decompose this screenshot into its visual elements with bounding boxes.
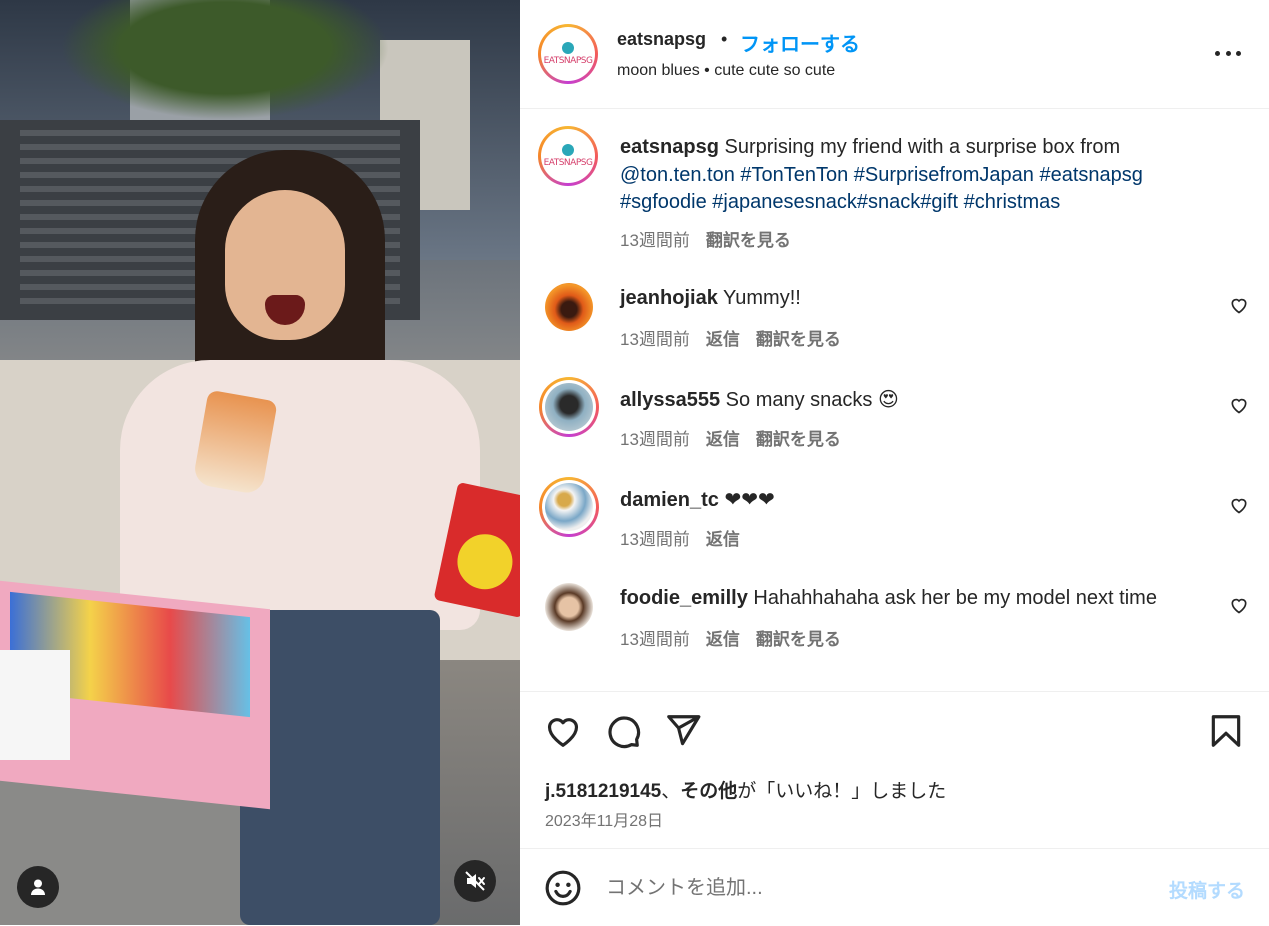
- comment-text: Yummy!!: [723, 287, 801, 309]
- author-username[interactable]: eatsnapsg: [617, 29, 706, 50]
- bookmark-icon[interactable]: [1207, 712, 1245, 750]
- post-date[interactable]: 2023年11月28日: [545, 807, 663, 831]
- reply-link[interactable]: 返信: [706, 430, 740, 449]
- comment-text: Hahahhahaha ask her be my model next tim…: [753, 587, 1157, 609]
- caption-meta: 13週間前 翻訳を見る: [620, 226, 791, 251]
- translate-link[interactable]: 翻訳を見る: [756, 430, 841, 449]
- comment-like-icon[interactable]: [1229, 595, 1249, 615]
- commenter-username[interactable]: jeanhojiak: [620, 287, 718, 309]
- comment-composer: 投稿する: [520, 848, 1269, 926]
- likes-summary: j.5181219145、その他が「いいね！」しました: [545, 781, 947, 802]
- post-actions: j.5181219145、その他が「いいね！」しました 2023年11月28日: [520, 691, 1269, 849]
- post-media[interactable]: [0, 0, 520, 925]
- author-avatar[interactable]: EATSNAPSG: [538, 24, 598, 84]
- caption-avatar[interactable]: EATSNAPSG: [538, 126, 598, 186]
- reply-link[interactable]: 返信: [706, 530, 740, 549]
- comment-item: jeanhojiak Yummy!! 13週間前 返信 翻訳を見る: [520, 283, 1269, 363]
- heart-icon[interactable]: [544, 712, 582, 750]
- caption-text: eatsnapsg Surprising my friend with a su…: [620, 136, 1143, 213]
- caption-username[interactable]: eatsnapsg: [620, 136, 719, 158]
- commenter-avatar[interactable]: [545, 283, 593, 331]
- translate-link[interactable]: 翻訳を見る: [756, 330, 841, 349]
- comment-time[interactable]: 13週間前: [620, 630, 690, 649]
- liker-username[interactable]: j.5181219145: [545, 781, 661, 802]
- comment-time[interactable]: 13週間前: [620, 530, 690, 549]
- more-options-icon[interactable]: [1215, 40, 1241, 66]
- share-icon[interactable]: [664, 712, 702, 750]
- comments-list[interactable]: EATSNAPSG eatsnapsg Surprising my friend…: [520, 108, 1269, 691]
- comment-like-icon[interactable]: [1229, 295, 1249, 315]
- commenter-avatar[interactable]: [539, 477, 599, 537]
- audio-subline[interactable]: moon blues • cute cute so cute: [617, 62, 835, 80]
- person-figure: [100, 150, 520, 925]
- reply-link[interactable]: 返信: [706, 630, 740, 649]
- caption-hashtags-2[interactable]: #sgfoodie #japanesesnack#snack#gift #chr…: [620, 191, 1060, 213]
- translate-link[interactable]: 翻訳を見る: [756, 630, 841, 649]
- commenter-username[interactable]: allyssa555: [620, 389, 720, 411]
- commenter-username[interactable]: damien_tc: [620, 489, 719, 511]
- post-comment-button[interactable]: 投稿する: [1169, 876, 1245, 903]
- comment-item: foodie_emilly Hahahhahaha ask her be my …: [520, 583, 1269, 663]
- comment-text: So many snacks 😍: [725, 389, 899, 411]
- likes-others-link[interactable]: その他: [680, 781, 737, 802]
- comment-item: damien_tc ❤❤❤ 13週間前 返信: [520, 477, 1269, 563]
- caption-translate-link[interactable]: 翻訳を見る: [706, 231, 791, 250]
- follow-button[interactable]: フォローする: [740, 28, 860, 57]
- commenter-username[interactable]: foodie_emilly: [620, 587, 748, 609]
- post-panel: EATSNAPSG eatsnapsg • フォローする moon blues …: [520, 0, 1269, 925]
- comment-icon[interactable]: [604, 712, 642, 750]
- caption-hashtags-1[interactable]: @ton.ten.ton #TonTenTon #SurprisefromJap…: [620, 164, 1143, 186]
- caption-time[interactable]: 13週間前: [620, 231, 690, 250]
- emoji-icon[interactable]: [544, 869, 582, 907]
- mute-icon[interactable]: [454, 860, 496, 902]
- comment-time[interactable]: 13週間前: [620, 430, 690, 449]
- separator-dot: •: [721, 29, 728, 49]
- post-header: EATSNAPSG eatsnapsg • フォローする moon blues …: [520, 0, 1269, 109]
- commenter-avatar[interactable]: [539, 377, 599, 437]
- comment-time[interactable]: 13週間前: [620, 330, 690, 349]
- commenter-avatar[interactable]: [545, 583, 593, 631]
- comment-like-icon[interactable]: [1229, 395, 1249, 415]
- user-tag-icon[interactable]: [17, 866, 59, 908]
- comment-text: ❤❤❤: [724, 489, 775, 511]
- comment-item: allyssa555 So many snacks 😍 13週間前 返信 翻訳を見る: [520, 377, 1269, 463]
- comment-input[interactable]: [604, 869, 1128, 907]
- comment-like-icon[interactable]: [1229, 495, 1249, 515]
- reply-link[interactable]: 返信: [706, 330, 740, 349]
